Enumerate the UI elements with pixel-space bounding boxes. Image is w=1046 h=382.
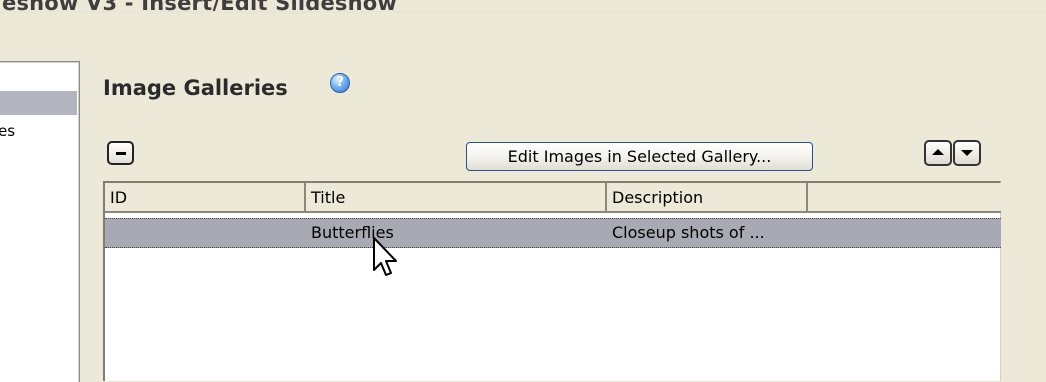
- help-circle-icon[interactable]: ?: [330, 73, 350, 93]
- column-header-title[interactable]: Title: [306, 183, 607, 213]
- cell-description: Closeup shots of ...: [612, 223, 765, 242]
- left-nav-list[interactable]: es: [0, 61, 80, 382]
- minus-icon: [116, 152, 126, 155]
- arrow-down-icon: [961, 150, 973, 156]
- column-header-description[interactable]: Description: [607, 183, 808, 213]
- move-up-button[interactable]: [924, 140, 952, 166]
- titlebar-divider: [0, 11, 1046, 14]
- arrow-up-icon: [932, 149, 944, 155]
- mouse-cursor-icon: [373, 237, 397, 276]
- left-nav-item[interactable]: es: [0, 122, 15, 140]
- galleries-table[interactable]: ID Title Description Butterflies Closeup…: [103, 181, 1001, 381]
- window-titlebar: eshow V3 - Insert/Edit Slideshow: [0, 0, 1046, 14]
- table-header: ID Title Description: [105, 183, 1001, 213]
- remove-gallery-button[interactable]: [107, 141, 134, 165]
- cell-title: Butterflies: [311, 223, 394, 242]
- move-down-button[interactable]: [953, 140, 981, 166]
- left-nav-item-selected[interactable]: [0, 91, 77, 115]
- edit-images-button[interactable]: Edit Images in Selected Gallery...: [466, 142, 813, 171]
- column-header-id[interactable]: ID: [105, 183, 306, 213]
- cell-id: [110, 219, 300, 247]
- page-title: Image Galleries: [103, 76, 288, 100]
- column-header-filler: [808, 183, 1001, 213]
- table-row[interactable]: Butterflies Closeup shots of ...: [105, 218, 1001, 248]
